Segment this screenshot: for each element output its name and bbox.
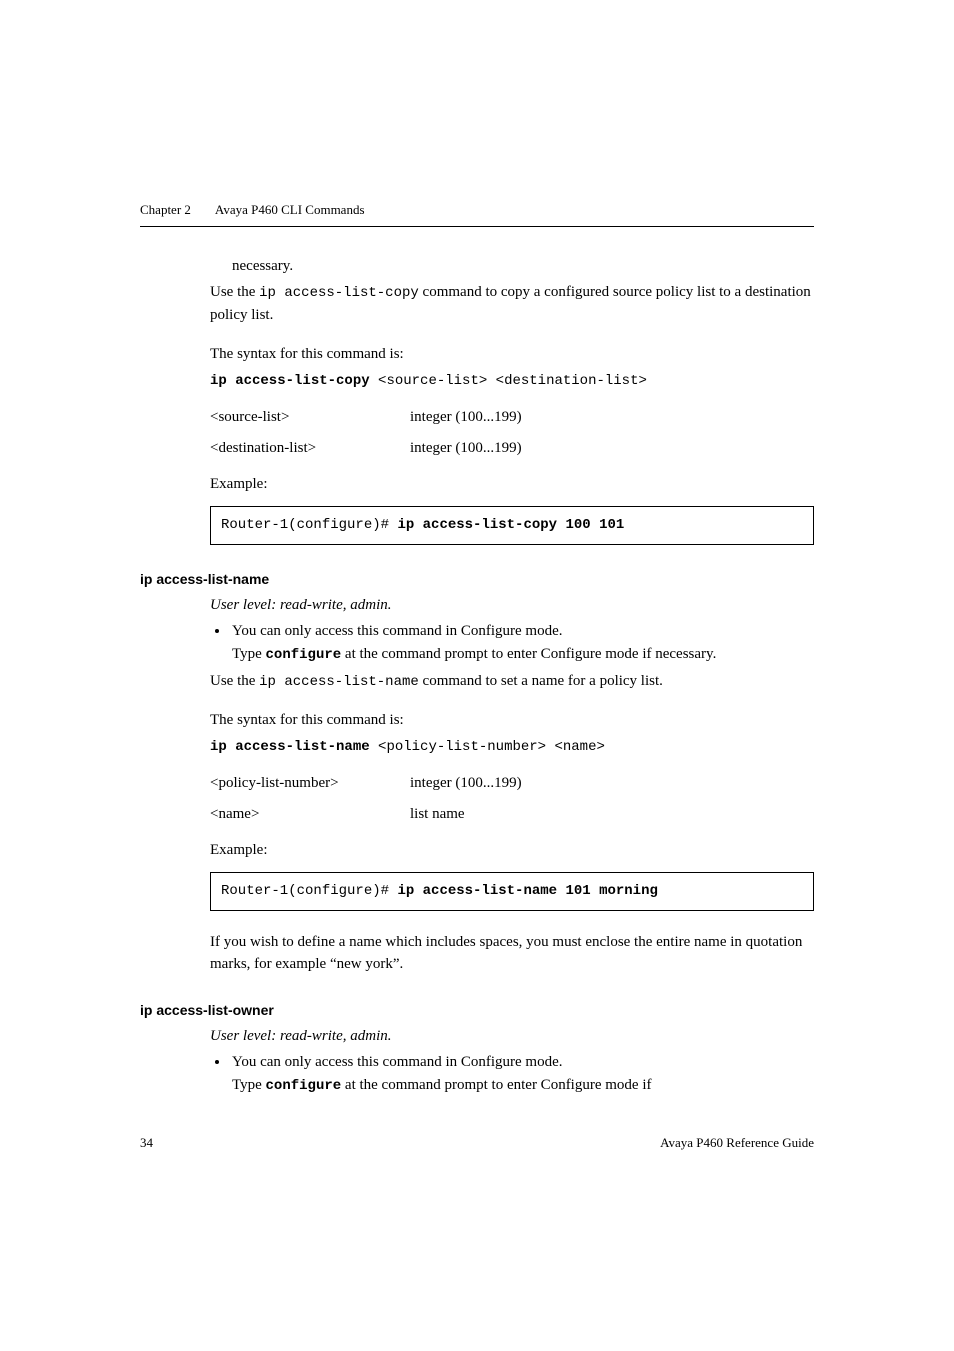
syntax-line: ip access-list-name <policy-list-number>… [210,735,814,758]
syntax-command: ip access-list-copy [210,373,370,389]
section-ip-access-list-name: User level: read-write, admin. [210,594,814,617]
example-command: ip access-list-name 101 morning [397,883,657,899]
use-description: Use the ip access-list-copy command to c… [210,281,814,327]
footer-label: Avaya P460 Reference Guide [660,1133,814,1153]
page-footer: 34 Avaya P460 Reference Guide [140,1133,814,1153]
param-row: <destination-list> integer (100...199) [210,437,814,460]
example-label: Example: [210,473,814,496]
use-prefix: Use the [210,673,259,689]
param-value: integer (100...199) [410,437,814,460]
bullet-item: You can only access this command in Conf… [230,1051,814,1097]
bullet-line2a: Type [232,1077,266,1093]
section-ip-access-list-copy-cont: necessary. Use the ip access-list-copy c… [210,255,814,545]
section-ip-access-list-name-body: Use the ip access-list-name command to s… [210,670,814,976]
bullet-configure-cmd: configure [266,647,342,663]
chapter-title: Avaya P460 CLI Commands [215,200,365,220]
bullet-list: You can only access this command in Conf… [210,1051,814,1097]
param-value: integer (100...199) [410,772,814,795]
syntax-intro: The syntax for this command is: [210,343,814,366]
user-level: User level: read-write, admin. [210,594,814,617]
bullet-line1: You can only access this command in Conf… [232,623,563,639]
section-heading-ip-access-list-name: ip access-list-name [140,569,814,590]
param-row: <name> list name [210,803,814,826]
param-row: <policy-list-number> integer (100...199) [210,772,814,795]
bullet-list: You can only access this command in Conf… [210,620,814,666]
bullet-line2b: at the command prompt to enter Configure… [341,646,716,662]
example-prompt: Router-1(configure)# [221,517,397,533]
use-command: ip access-list-copy [259,285,419,301]
params-table: <source-list> integer (100...199) <desti… [210,406,814,459]
example-code: Router-1(configure)# ip access-list-copy… [210,506,814,545]
page-header: Chapter 2 Avaya P460 CLI Commands [140,200,814,227]
param-row: <source-list> integer (100...199) [210,406,814,429]
example-label: Example: [210,839,814,862]
use-suffix: command to set a name for a policy list. [419,673,663,689]
example-prompt: Router-1(configure)# [221,883,397,899]
note: If you wish to define a name which inclu… [210,931,814,976]
param-key: <name> [210,803,410,826]
bullet-configure-cmd: configure [266,1078,342,1094]
continuation-necessary: necessary. [232,255,814,278]
chapter-label: Chapter 2 [140,200,191,220]
syntax-args: <source-list> <destination-list> [370,373,647,389]
page: Chapter 2 Avaya P460 CLI Commands necess… [0,0,954,1192]
syntax-line: ip access-list-copy <source-list> <desti… [210,369,814,392]
params-table: <policy-list-number> integer (100...199)… [210,772,814,825]
param-key: <source-list> [210,406,410,429]
page-number: 34 [140,1133,153,1153]
use-prefix: Use the [210,284,259,300]
syntax-args: <policy-list-number> <name> [370,739,605,755]
syntax-command: ip access-list-name [210,739,370,755]
param-key: <destination-list> [210,437,410,460]
param-value: list name [410,803,814,826]
bullet-line2b: at the command prompt to enter Configure… [341,1077,651,1093]
bullet-line1: You can only access this command in Conf… [232,1054,563,1070]
bullet-item: You can only access this command in Conf… [230,620,814,666]
user-level: User level: read-write, admin. [210,1025,814,1048]
section-ip-access-list-owner: User level: read-write, admin. [210,1025,814,1048]
use-description: Use the ip access-list-name command to s… [210,670,814,693]
syntax-intro: The syntax for this command is: [210,709,814,732]
param-value: integer (100...199) [410,406,814,429]
section-heading-ip-access-list-owner: ip access-list-owner [140,1000,814,1021]
example-command: ip access-list-copy 100 101 [397,517,624,533]
bullet-line2a: Type [232,646,266,662]
example-code: Router-1(configure)# ip access-list-name… [210,872,814,911]
use-command: ip access-list-name [259,674,419,690]
param-key: <policy-list-number> [210,772,410,795]
